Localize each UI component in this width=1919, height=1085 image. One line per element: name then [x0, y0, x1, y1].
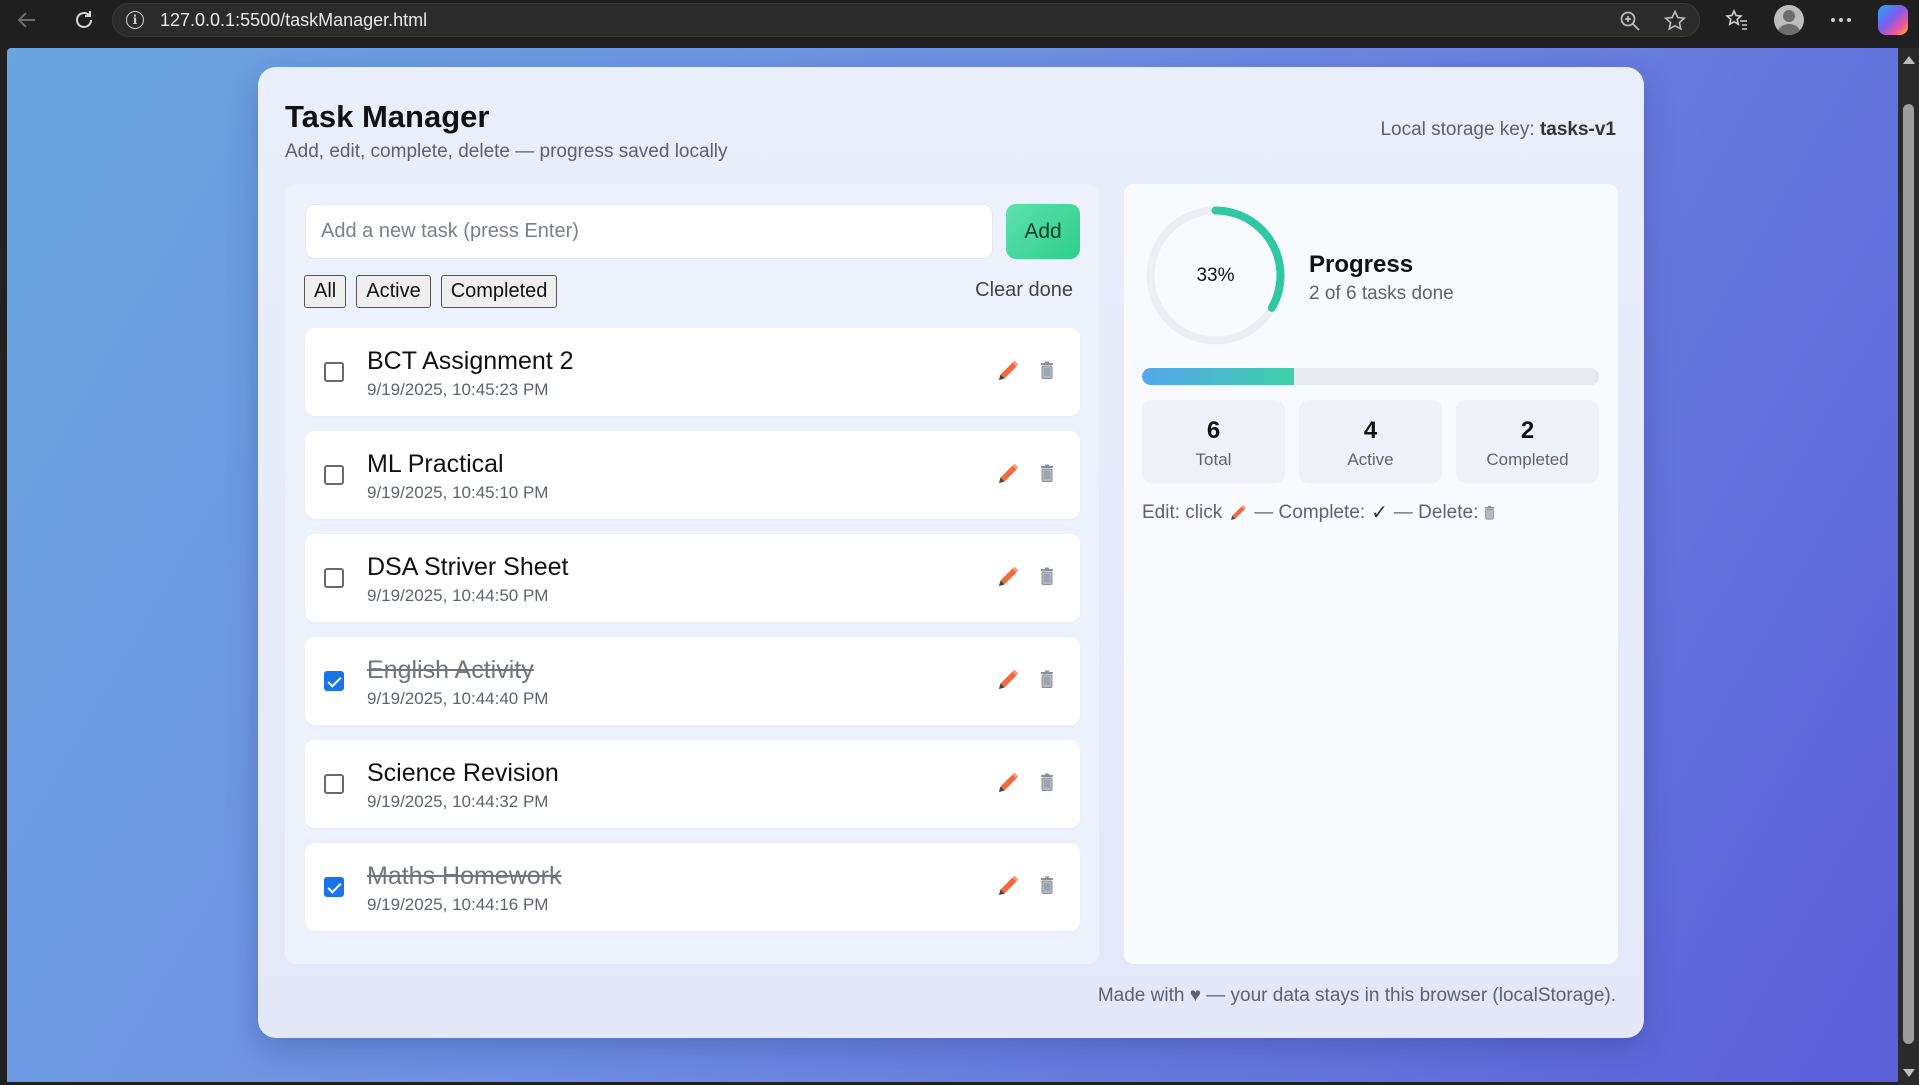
pencil-icon[interactable] — [995, 667, 1021, 693]
progress-percent: 33% — [1196, 264, 1235, 286]
task-complete-checkbox[interactable] — [324, 465, 344, 485]
reload-button[interactable] — [64, 0, 104, 40]
storage-key-label: Local storage key: — [1380, 119, 1535, 140]
filter-bar: All Active Completed — [304, 275, 558, 308]
trash-icon[interactable] — [1040, 361, 1054, 379]
hint-edit-text: Edit: click — [1142, 501, 1223, 523]
pencil-icon[interactable] — [995, 564, 1021, 590]
progress-bar-fill — [1142, 368, 1295, 385]
clear-done-button[interactable]: Clear done — [975, 279, 1073, 302]
task-timestamp: 9/19/2025, 10:44:32 PM — [367, 792, 549, 811]
zoom-icon[interactable] — [1619, 10, 1641, 32]
task-item: BCT Assignment 2 9/19/2025, 10:45:23 PM — [305, 328, 1080, 416]
progress-bar — [1142, 368, 1599, 385]
more-dots-icon — [1831, 18, 1851, 22]
address-url[interactable]: 127.0.0.1:5500/taskManager.html — [160, 10, 427, 31]
task-title: ML Practical — [367, 450, 504, 478]
task-title: DSA Striver Sheet — [367, 553, 569, 581]
arrow-left-icon — [17, 12, 35, 28]
hint-complete-text: — Complete: — [1254, 501, 1366, 523]
add-task-button[interactable]: Add — [1006, 204, 1080, 259]
address-bar[interactable]: i 127.0.0.1:5500/taskManager.html — [112, 3, 1700, 37]
pencil-icon[interactable] — [995, 873, 1021, 899]
filter-all-button[interactable]: All — [304, 275, 347, 308]
copilot-button[interactable] — [1867, 0, 1919, 40]
stat-total-label: Total — [1195, 450, 1232, 469]
stat-total-value: 6 — [1206, 417, 1221, 444]
task-title: BCT Assignment 2 — [367, 347, 574, 375]
back-button[interactable] — [7, 0, 47, 40]
scroll-down-icon[interactable] — [1903, 1069, 1915, 1077]
page-scrollbar[interactable] — [1898, 48, 1919, 1085]
stat-total: 6 Total — [1142, 400, 1285, 483]
pencil-icon[interactable] — [995, 358, 1021, 384]
task-list-panel: Add All Active Completed Clear done BCT … — [285, 184, 1099, 964]
storage-key-info: Local storage key: tasks-v1 — [1380, 119, 1616, 141]
task-title: Maths Homework — [367, 862, 562, 890]
storage-key-value: tasks-v1 — [1539, 119, 1616, 140]
hint-delete-text: — Delete: — [1393, 501, 1479, 523]
scroll-thumb[interactable] — [1903, 104, 1914, 1044]
copilot-icon — [1878, 5, 1908, 35]
trash-icon[interactable] — [1040, 670, 1054, 688]
favorite-star-icon[interactable] — [1663, 9, 1687, 33]
trash-icon[interactable] — [1040, 773, 1054, 791]
progress-title: Progress — [1309, 251, 1414, 278]
page-subtitle: Add, edit, complete, delete — progress s… — [285, 141, 728, 162]
scroll-up-icon[interactable] — [1903, 56, 1915, 64]
task-complete-checkbox[interactable] — [324, 671, 344, 691]
task-list: BCT Assignment 2 9/19/2025, 10:45:23 PM … — [305, 328, 1080, 946]
stats-row: 6 Total 4 Active 2 Completed — [1142, 400, 1599, 483]
task-complete-checkbox[interactable] — [324, 362, 344, 382]
task-item: ML Practical 9/19/2025, 10:45:10 PM — [305, 431, 1080, 519]
stat-completed-label: Completed — [1486, 450, 1569, 469]
task-item: Science Revision 9/19/2025, 10:44:32 PM — [305, 740, 1080, 828]
page-title: Task Manager — [285, 99, 490, 134]
favorites-button[interactable] — [1711, 0, 1763, 40]
trash-icon[interactable] — [1040, 876, 1054, 894]
task-timestamp: 9/19/2025, 10:44:50 PM — [367, 586, 549, 605]
stat-active-label: Active — [1347, 450, 1394, 469]
usage-hint: Edit: click — Complete: ✓ — Delete: — [1142, 500, 1495, 525]
pencil-icon[interactable] — [995, 461, 1021, 487]
progress-summary: 2 of 6 tasks done — [1309, 283, 1454, 304]
pencil-icon[interactable] — [995, 770, 1021, 796]
progress-panel: 33% Progress 2 of 6 tasks done 6 Total 4… — [1124, 184, 1618, 964]
task-timestamp: 9/19/2025, 10:44:40 PM — [367, 689, 549, 708]
task-item: English Activity 9/19/2025, 10:44:40 PM — [305, 637, 1080, 725]
task-complete-checkbox[interactable] — [324, 877, 344, 897]
task-timestamp: 9/19/2025, 10:44:16 PM — [367, 895, 549, 914]
task-complete-checkbox[interactable] — [324, 568, 344, 588]
stat-completed: 2 Completed — [1456, 400, 1599, 483]
browser-toolbar: i 127.0.0.1:5500/taskManager.html — [0, 0, 1919, 40]
site-info-icon[interactable]: i — [126, 11, 144, 29]
task-item: Maths Homework 9/19/2025, 10:44:16 PM — [305, 843, 1080, 931]
favorites-list-icon — [1725, 9, 1747, 30]
task-item: DSA Striver Sheet 9/19/2025, 10:44:50 PM — [305, 534, 1080, 622]
new-task-input[interactable] — [305, 204, 993, 259]
avatar — [1774, 5, 1804, 35]
trash-icon[interactable] — [1040, 567, 1054, 585]
task-timestamp: 9/19/2025, 10:45:23 PM — [367, 380, 549, 399]
trash-icon[interactable] — [1040, 464, 1054, 482]
footer-note: Made with ♥ — your data stays in this br… — [1097, 985, 1616, 1006]
task-complete-checkbox[interactable] — [324, 774, 344, 794]
profile-button[interactable] — [1763, 0, 1815, 40]
filter-completed-button[interactable]: Completed — [440, 275, 558, 308]
pencil-icon — [1231, 504, 1247, 520]
task-title: English Activity — [367, 656, 534, 684]
task-title: Science Revision — [367, 759, 559, 787]
stat-active: 4 Active — [1299, 400, 1442, 483]
task-timestamp: 9/19/2025, 10:45:10 PM — [367, 483, 549, 502]
checkmark-icon: ✓ — [1371, 502, 1388, 524]
task-manager-card: Task Manager Add, edit, complete, delete… — [258, 67, 1644, 1038]
filter-active-button[interactable]: Active — [356, 275, 431, 308]
stat-active-value: 4 — [1363, 417, 1378, 444]
trash-icon — [1485, 505, 1495, 520]
stat-completed-value: 2 — [1520, 417, 1535, 444]
more-menu-button[interactable] — [1815, 0, 1867, 40]
reload-icon — [76, 11, 92, 28]
